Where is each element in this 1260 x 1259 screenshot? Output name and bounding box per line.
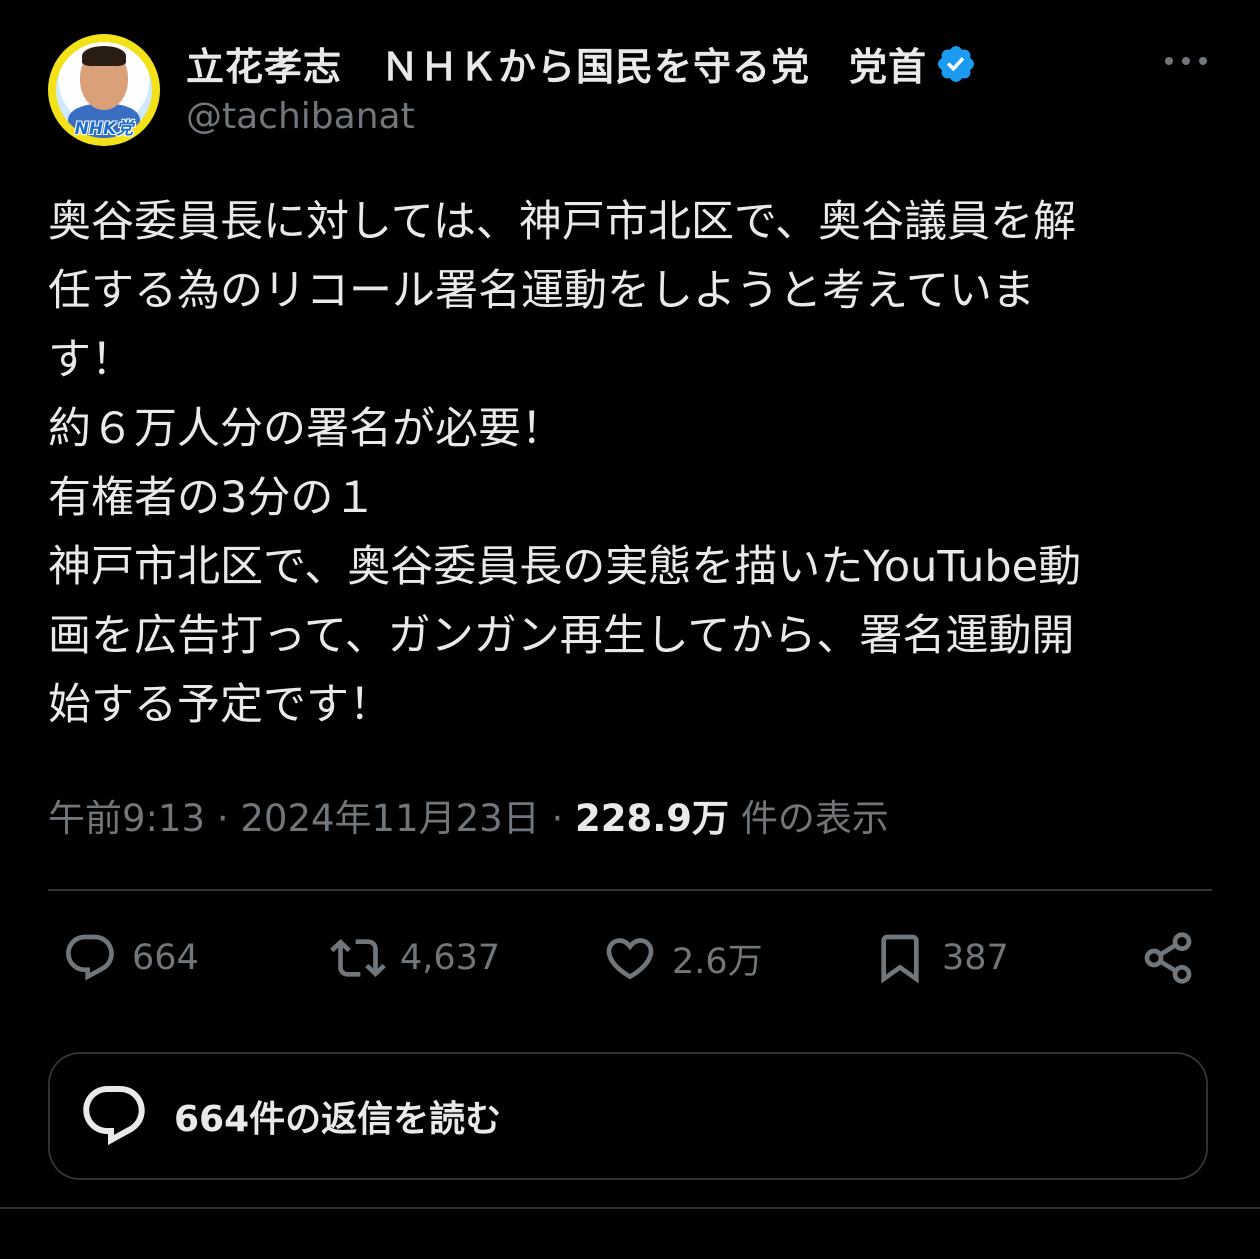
views-label: 件の表示 (740, 797, 889, 840)
like-button[interactable]: 2.6万 (602, 930, 763, 986)
share-button[interactable] (1140, 930, 1196, 986)
retweet-icon (330, 939, 386, 977)
views-count: 228.9万 (575, 797, 730, 840)
author-display-name[interactable]: 立花孝志 ＮＨＫから国民を守る党 党首 (186, 36, 927, 91)
read-replies-label: 664件の返信を読む (174, 1099, 502, 1140)
more-options-icon[interactable] (1164, 56, 1208, 66)
tweet-time[interactable]: 午前9:13 (48, 797, 205, 840)
heart-icon (606, 938, 654, 980)
reply-icon (66, 934, 114, 981)
author-name-row[interactable]: 立花孝志 ＮＨＫから国民を守る党 党首 (186, 36, 977, 91)
reply-button[interactable]: 664 (62, 930, 199, 986)
tweet-date[interactable]: 2024年11月23日 (240, 797, 539, 840)
tweet-meta: 午前9:13 · 2024年11月23日 · 228.9万 件の表示 (48, 788, 889, 842)
bottom-divider (0, 1207, 1260, 1209)
verified-badge-icon (938, 45, 974, 82)
bookmark-count: 387 (942, 938, 1009, 978)
retweet-count: 4,637 (400, 938, 501, 978)
retweet-button[interactable]: 4,637 (330, 930, 500, 986)
avatar[interactable]: NHK党 (48, 34, 160, 146)
bookmark-button[interactable]: 387 (872, 930, 1009, 986)
reply-count: 664 (132, 938, 199, 978)
reply-icon (83, 1086, 145, 1146)
read-replies-button[interactable]: 664件の返信を読む (48, 1052, 1208, 1180)
bookmark-icon (881, 934, 919, 984)
like-count: 2.6万 (672, 941, 763, 982)
share-icon (1144, 932, 1192, 984)
meta-separator: · (551, 797, 564, 840)
meta-separator: · (216, 797, 229, 840)
author-handle[interactable]: @tachibanat (186, 96, 415, 137)
avatar-badge-text: NHK党 (74, 119, 134, 139)
tweet-text: 奥谷委員長に対しては、神戸市北区で、奥谷議員を解 任する為のリコール署名運動をし… (48, 197, 1082, 730)
divider (48, 889, 1212, 891)
avatar-hair (82, 46, 126, 66)
action-bar: 664 4,637 2.6万 387 (0, 930, 1260, 994)
